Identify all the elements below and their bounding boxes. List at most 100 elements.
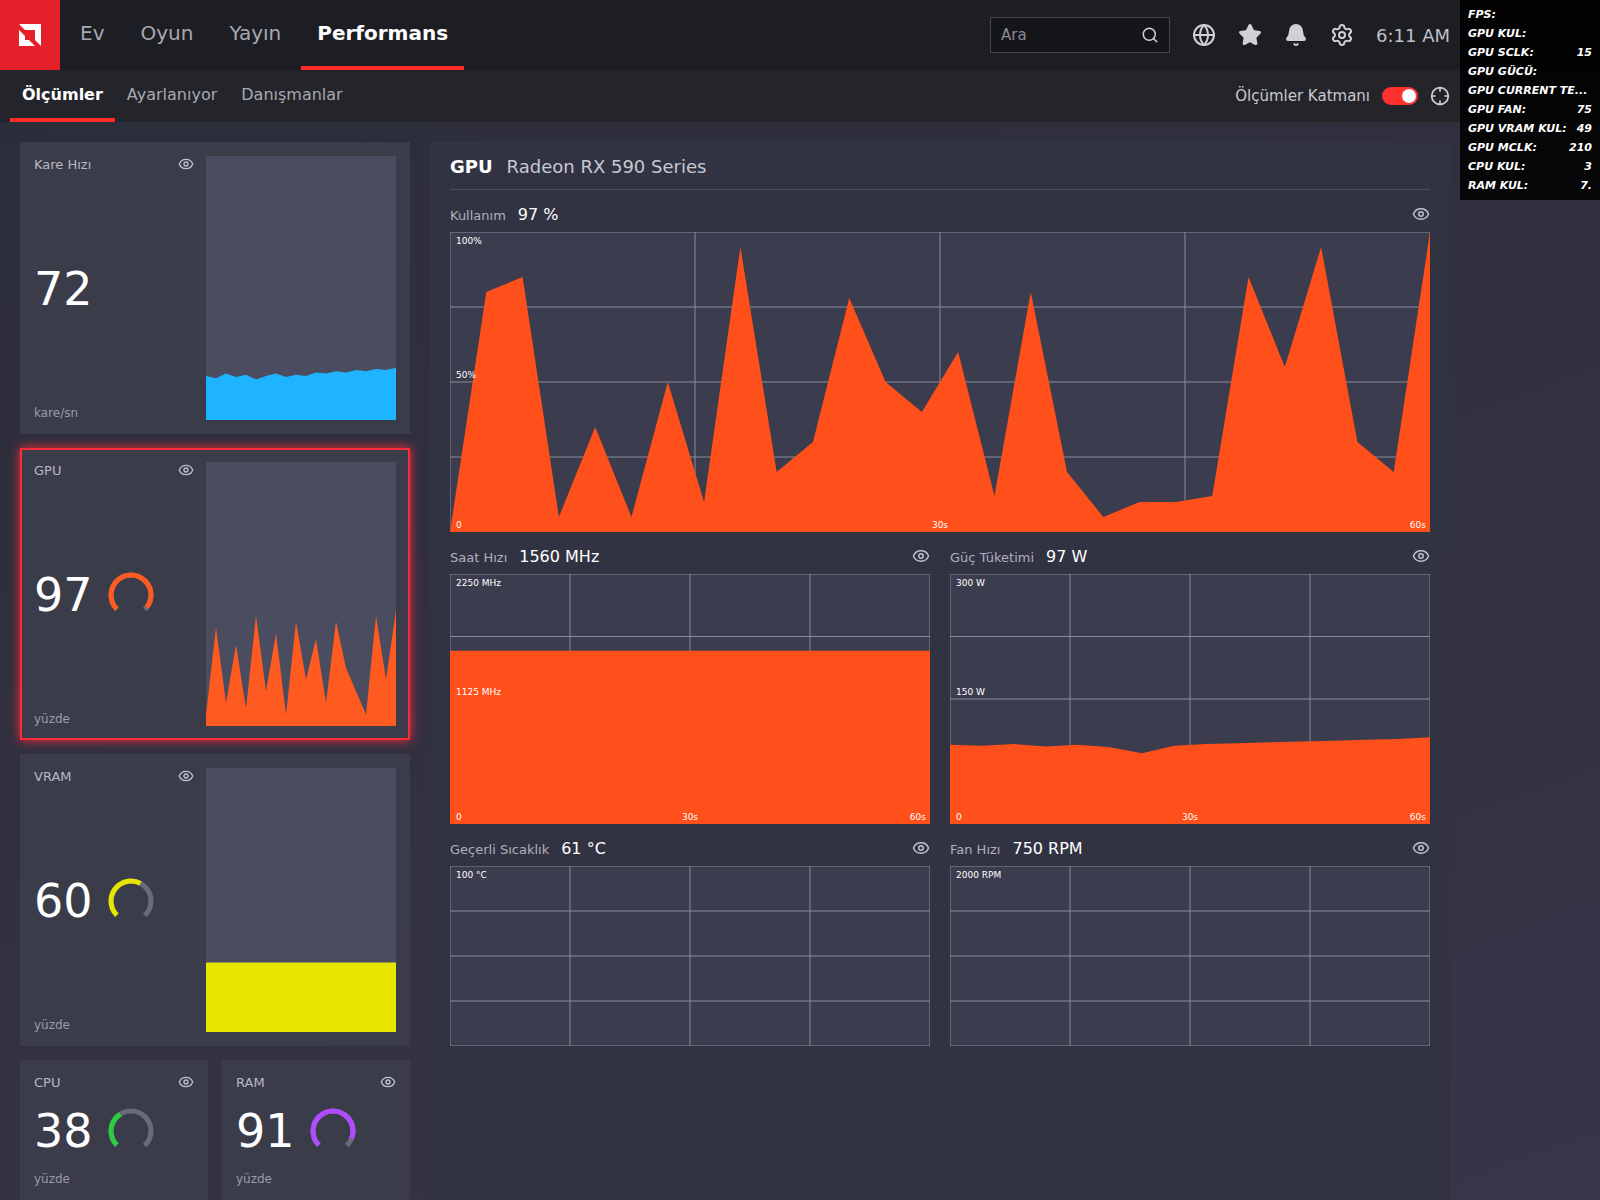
- overlay-row: GPU GÜCÜ:: [1468, 65, 1592, 78]
- nav-tab[interactable]: Yayın: [213, 0, 297, 70]
- sub-tab[interactable]: Ölçümler: [10, 70, 115, 122]
- crosshair-icon[interactable]: [1430, 86, 1450, 106]
- overlay-value: 15: [1577, 46, 1592, 59]
- overlay-row: GPU FAN: 75: [1468, 103, 1592, 116]
- chart-block: Kullanım97 %100%50%030s60s: [450, 202, 1430, 532]
- star-icon[interactable]: [1238, 23, 1262, 47]
- gear-icon[interactable]: [1330, 23, 1354, 47]
- overlay-toggle[interactable]: [1382, 87, 1418, 105]
- gpu-name: Radeon RX 590 Series: [507, 156, 707, 177]
- chart-block: Saat Hızı1560 MHz2250 MHz1125 MHz030s60s: [450, 544, 930, 824]
- gauge-icon: [103, 1103, 159, 1159]
- gauge-icon: [103, 873, 159, 929]
- card-value: 38: [34, 1104, 93, 1158]
- sparkline-box: [206, 462, 396, 726]
- amd-logo-icon: [15, 20, 45, 50]
- nav-tab[interactable]: Ev: [64, 0, 120, 70]
- globe-icon[interactable]: [1192, 23, 1216, 47]
- card-value-row: 91: [236, 1103, 396, 1159]
- chart-label: Kullanım: [450, 208, 506, 223]
- content: Kare Hızı72kare/snGPU97yüzdeVRAM60yüzdeC…: [0, 122, 1600, 1200]
- eye-icon[interactable]: [1412, 205, 1430, 223]
- card-unit: yüzde: [236, 1172, 396, 1186]
- overlay-value: 75: [1577, 103, 1592, 116]
- metric-card[interactable]: CPU38yüzde: [20, 1060, 208, 1200]
- sub-bar: ÖlçümlerAyarlanıyorDanışmanlarÖlçümler K…: [0, 70, 1600, 122]
- y-tick: 100 °C: [456, 870, 487, 880]
- chart-reading: 97 %: [518, 205, 559, 224]
- metric-card[interactable]: RAM 91 yüzde: [222, 1060, 410, 1200]
- eye-icon[interactable]: [178, 156, 194, 172]
- sub-tab[interactable]: Danışmanlar: [229, 70, 354, 122]
- eye-icon[interactable]: [178, 768, 194, 784]
- search-icon[interactable]: [1141, 26, 1159, 44]
- card-value: 60: [34, 874, 93, 928]
- y-tick: 0: [456, 520, 462, 530]
- card-row: CPU 38 yüzdeRAM 91 yüzde: [20, 1060, 410, 1200]
- eye-icon[interactable]: [178, 1074, 194, 1090]
- gpu-panel: GPURadeon RX 590 SeriesKullanım97 %100%5…: [430, 142, 1450, 1200]
- chart-header: Kullanım 97 %: [450, 202, 1430, 226]
- metric-card[interactable]: GPU97yüzde: [20, 448, 410, 740]
- search-field[interactable]: Ara: [990, 17, 1170, 53]
- logo[interactable]: [0, 0, 60, 70]
- card-unit: kare/sn: [34, 406, 194, 420]
- eye-icon[interactable]: [1412, 547, 1430, 565]
- card-unit: yüzde: [34, 1018, 194, 1032]
- card-unit: yüzde: [34, 712, 194, 726]
- card-value-row: 72: [34, 262, 194, 316]
- y-tick: 150 W: [956, 687, 985, 697]
- nav-tab[interactable]: Oyun: [124, 0, 209, 70]
- chart-header: Fan Hızı750 RPM: [950, 836, 1430, 860]
- bell-icon[interactable]: [1284, 23, 1308, 47]
- card-header: Kare Hızı: [34, 156, 194, 172]
- toolbar: Ara6:11 AM: [990, 0, 1450, 70]
- sparkline-box: [206, 768, 396, 1032]
- x-tick: 60s: [1410, 520, 1426, 530]
- sparkline-area: [206, 962, 396, 1032]
- top-bar: EvOyunYayınPerformans Ara6:11 AM: [0, 0, 1600, 70]
- overlay-value: 7.: [1580, 179, 1592, 192]
- chart-row: Saat Hızı1560 MHz2250 MHz1125 MHz030s60s…: [450, 544, 1430, 824]
- card-header: RAM: [236, 1074, 396, 1090]
- card-title: Kare Hızı: [34, 157, 91, 172]
- chart-reading: 97 W: [1046, 547, 1087, 566]
- chart-area: [450, 232, 1430, 532]
- metric-card[interactable]: VRAM60yüzde: [20, 754, 410, 1046]
- nav-tab[interactable]: Performans: [301, 0, 464, 70]
- overlay-row: GPU KUL:: [1468, 27, 1592, 40]
- chart-header: Güç Tüketimi97 W: [950, 544, 1430, 568]
- overlay-label: GPU MCLK:: [1468, 141, 1537, 154]
- sub-tab[interactable]: Ayarlanıyor: [115, 70, 229, 122]
- eye-icon[interactable]: [1412, 839, 1430, 857]
- area-chart: 100%50%030s60s: [450, 232, 1430, 532]
- eye-icon[interactable]: [912, 839, 930, 857]
- x-tick: 60s: [910, 812, 926, 822]
- card-value-row: 38: [34, 1103, 194, 1159]
- eye-icon[interactable]: [912, 547, 930, 565]
- area-chart: 100 °C: [450, 866, 930, 1046]
- x-tick: 30s: [1182, 812, 1198, 822]
- card-header: CPU: [34, 1074, 194, 1090]
- card-title: CPU: [34, 1075, 60, 1090]
- overlay-label: GPU FAN:: [1468, 103, 1526, 116]
- metric-card[interactable]: Kare Hızı 72 kare/sn: [20, 142, 410, 434]
- overlay-row: GPU MCLK: 210: [1468, 141, 1592, 154]
- overlay-label: GPU KUL:: [1468, 27, 1526, 40]
- eye-icon[interactable]: [178, 462, 194, 478]
- area-chart: 300 W150 W030s60s: [950, 574, 1430, 824]
- sparkline-chart: [206, 916, 396, 1032]
- overlay-row: RAM KUL:7.: [1468, 179, 1592, 192]
- eye-icon[interactable]: [380, 1074, 396, 1090]
- search-placeholder: Ara: [1001, 26, 1027, 44]
- x-tick: 30s: [932, 520, 948, 530]
- metric-cards: Kare Hızı72kare/snGPU97yüzdeVRAM60yüzdeC…: [20, 142, 410, 1200]
- card-title: GPU: [34, 463, 61, 478]
- radeon-software-window: EvOyunYayınPerformansAra6:11 AMÖlçümlerA…: [0, 0, 1600, 1200]
- overlay-value: 210: [1569, 141, 1592, 154]
- chart-area: [450, 651, 930, 824]
- chart-title: Kullanım 97 %: [450, 205, 558, 224]
- y-tick: 300 W: [956, 578, 985, 588]
- sparkline-box: [206, 156, 396, 420]
- y-tick: 0: [456, 812, 462, 822]
